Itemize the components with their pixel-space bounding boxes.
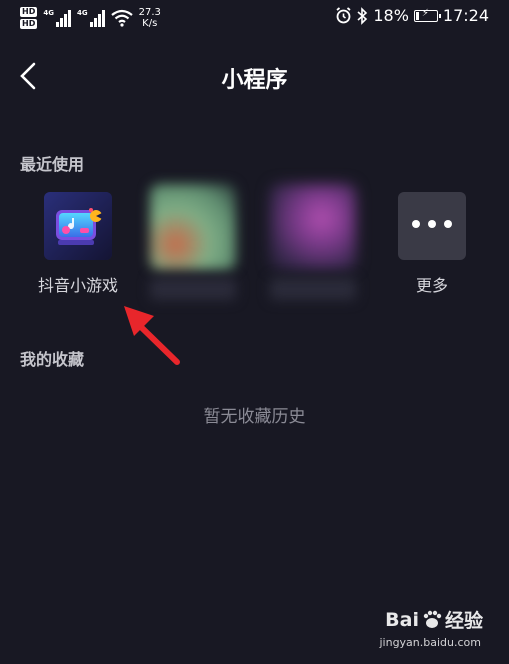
annotation-arrow-icon: [124, 306, 180, 365]
blurred-app-icon: [270, 184, 356, 270]
clock: 17:24: [442, 6, 489, 25]
blurred-label: [270, 278, 356, 300]
watermark-suffix: 经验: [444, 610, 483, 632]
status-bar: HD HD 4G 4G 27.3 K/s 18% ⚡ 17:24: [0, 0, 509, 34]
mini-program-item[interactable]: [268, 184, 358, 300]
wifi-icon: [110, 9, 133, 27]
favorites-section-title: 我的收藏: [20, 350, 85, 369]
battery-icon: ⚡: [413, 8, 441, 22]
more-button[interactable]: 更多: [387, 192, 477, 296]
hd-badge: HD: [20, 19, 38, 29]
watermark-url: jingyan.baidu.com: [379, 636, 481, 649]
battery-percent: 18%: [373, 6, 409, 25]
more-label: 更多: [415, 276, 448, 295]
page-title: 小程序: [221, 68, 288, 93]
signal-icon: 4G: [77, 9, 105, 27]
hd-badge: HD: [20, 7, 38, 17]
mini-program-item[interactable]: 抖音小游戏: [33, 192, 123, 296]
mini-program-item[interactable]: [148, 184, 238, 300]
game-controller-icon: [44, 192, 112, 260]
favorites-empty-text: 暂无收藏历史: [203, 407, 306, 427]
header: 小程序: [0, 50, 509, 102]
bluetooth-icon: [357, 6, 368, 25]
network-type: 4G: [43, 9, 54, 17]
more-dots-icon: [398, 192, 466, 260]
network-speed: 27.3 K/s: [138, 7, 161, 29]
alarm-icon: [336, 7, 351, 24]
status-left: HD HD 4G 4G 27.3 K/s: [20, 3, 161, 33]
signal-icon: 4G: [43, 9, 71, 27]
baidu-watermark: Bai 经验 jingyan.baidu.com: [353, 606, 483, 654]
watermark-brand: Bai: [385, 608, 419, 631]
network-type: 4G: [76, 9, 88, 17]
recent-section-title: 最近使用: [20, 155, 85, 174]
status-right: 18% ⚡ 17:24: [335, 6, 489, 25]
blurred-app-icon: [150, 184, 236, 270]
paw-icon: [423, 610, 442, 628]
watermark-logo: Bai 经验: [385, 606, 483, 633]
hd-indicators: HD HD: [20, 7, 38, 29]
mini-program-label: 抖音小游戏: [37, 276, 118, 295]
